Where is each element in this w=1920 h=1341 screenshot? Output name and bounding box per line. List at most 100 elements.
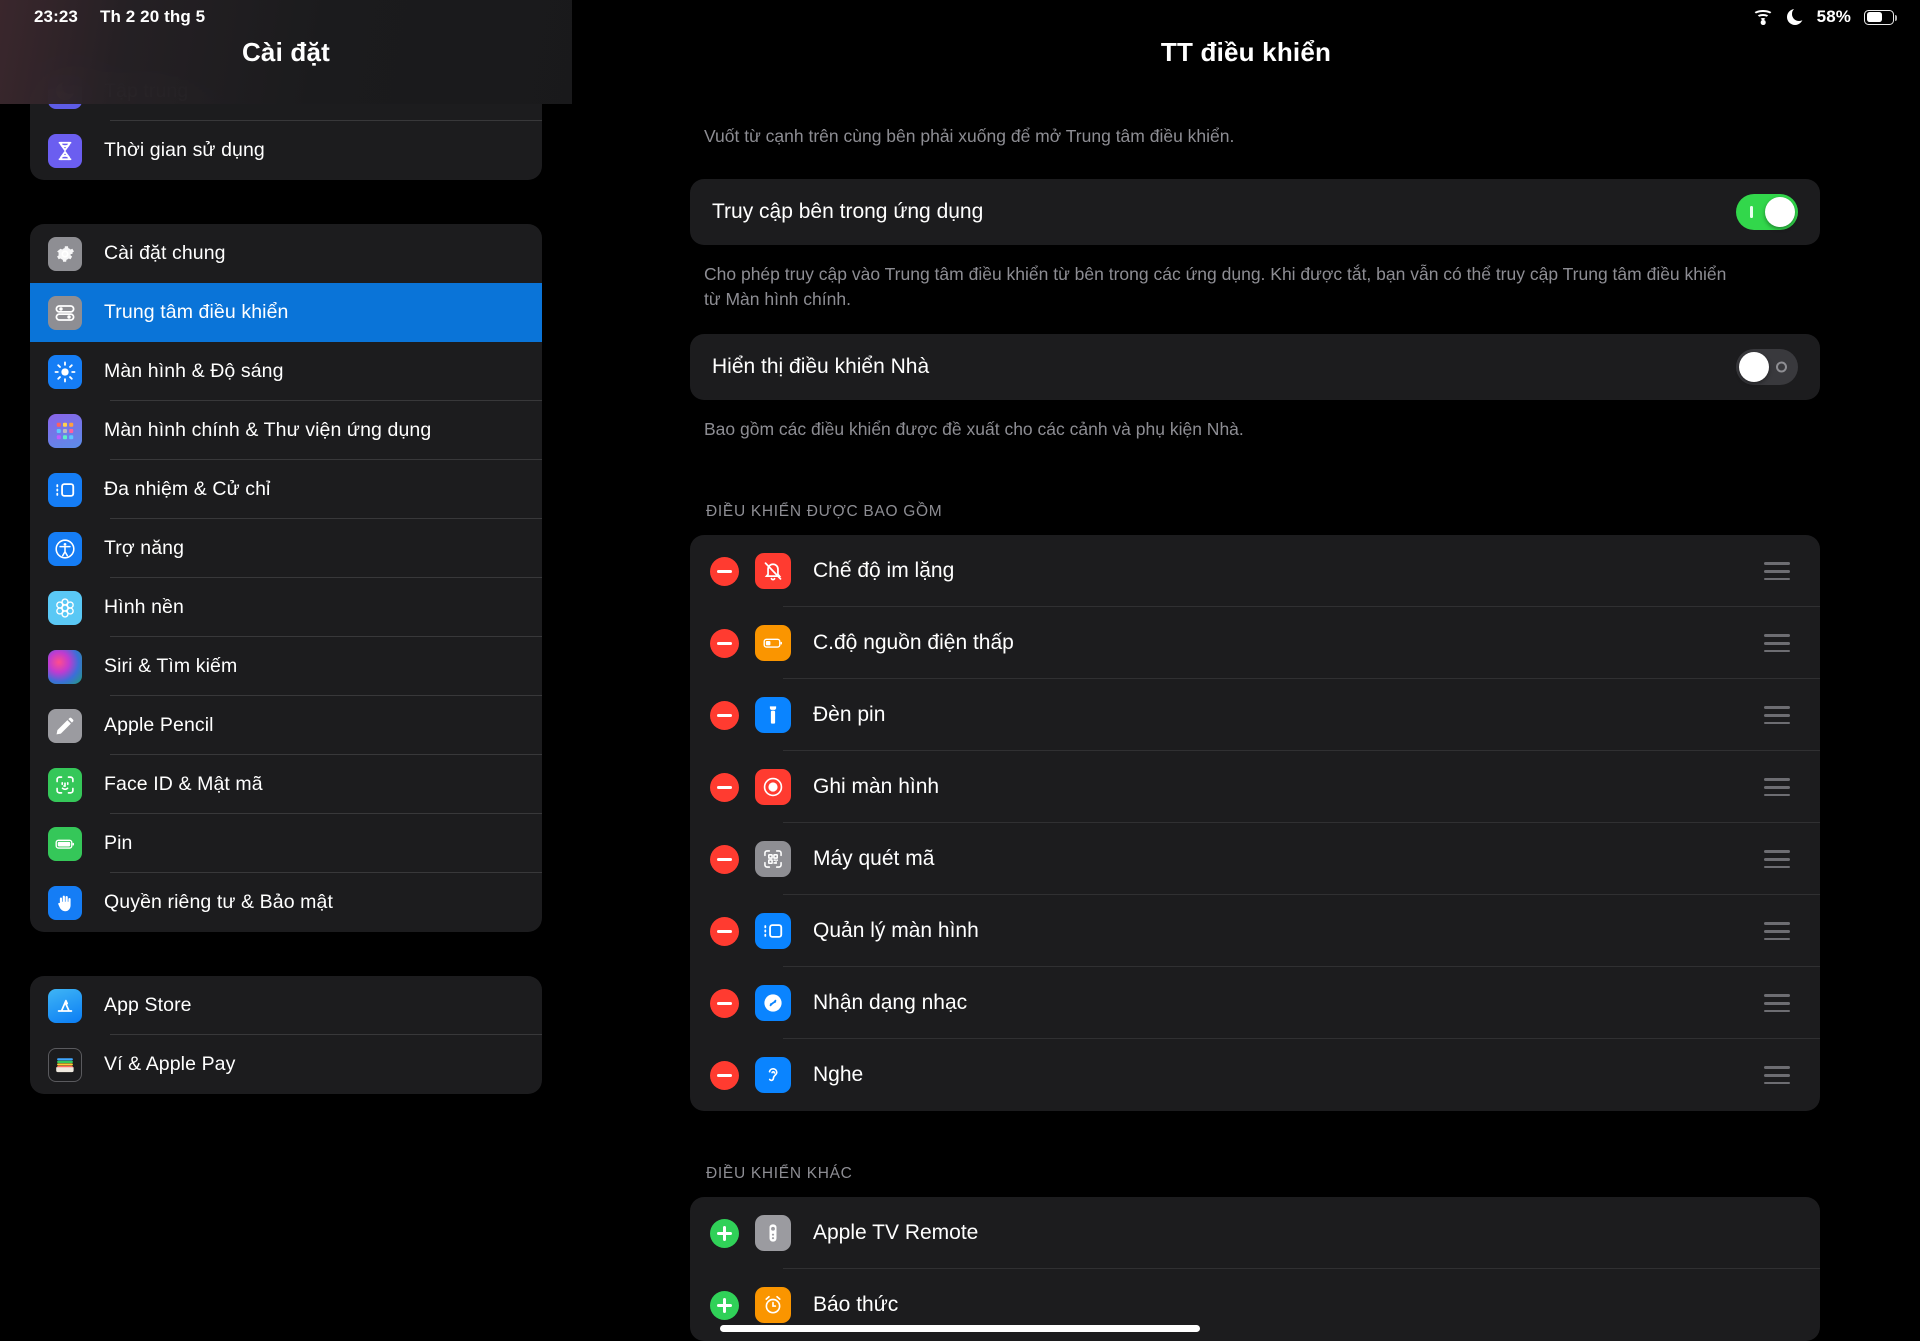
list-item-label: Nhận dạng nhạc (813, 991, 968, 1015)
sidebar-item-home-screen[interactable]: Màn hình chính & Thư viện ứng dụng (30, 401, 542, 460)
accessibility-icon (48, 531, 82, 566)
sidebar-item-label: Trợ năng (104, 537, 185, 559)
remove-button[interactable] (710, 772, 739, 802)
sidebar-item-wallpaper[interactable]: Hình nền (30, 578, 542, 637)
gear-icon (48, 236, 82, 271)
list-item[interactable]: Ghi màn hình (690, 751, 1820, 824)
more-controls-header: ĐIỀU KHIỂN KHÁC (706, 1165, 853, 1183)
sidebar-item-label: Hình nền (104, 596, 184, 618)
remove-button[interactable] (710, 556, 739, 586)
sidebar-item-label: Trung tâm điều khiển (104, 301, 289, 323)
siri-icon (48, 649, 82, 684)
add-button[interactable] (710, 1290, 739, 1320)
remove-button[interactable] (710, 916, 739, 946)
remove-button[interactable] (710, 844, 739, 874)
pencil-icon (48, 708, 82, 743)
sidebar-item-wallet-apple-pay[interactable]: Ví & Apple Pay (30, 1035, 542, 1094)
list-item[interactable]: Apple TV Remote (690, 1197, 1820, 1270)
reorder-handle[interactable] (1764, 706, 1790, 725)
reorder-handle[interactable] (1764, 994, 1790, 1013)
list-item-label: Báo thức (813, 1293, 899, 1317)
sidebar-scroll-container[interactable]: Tập trung Thời gian sử dụng (0, 0, 572, 1154)
list-item-label: Chế độ im lặng (813, 559, 955, 583)
list-item-label: Máy quét mã (813, 847, 935, 871)
sidebar-item-label: Siri & Tìm kiếm (104, 655, 238, 677)
sidebar-item-apple-pencil[interactable]: Apple Pencil (30, 696, 542, 755)
home-controls-label: Hiển thị điều khiển Nhà (712, 354, 930, 378)
sidebar-item-label: Ví & Apple Pay (104, 1053, 236, 1075)
remove-button[interactable] (710, 700, 739, 730)
bell-slash-icon (755, 553, 791, 590)
sidebar-item-label: Màn hình chính & Thư viện ứng dụng (104, 419, 432, 441)
hourglass-icon (48, 133, 82, 168)
sidebar-item-app-store[interactable]: App Store (30, 976, 542, 1035)
shazam-icon (755, 985, 791, 1022)
list-item[interactable]: Nhận dạng nhạc (690, 967, 1820, 1040)
wallpaper-icon (48, 590, 82, 625)
sidebar-item-general[interactable]: Cài đặt chung (30, 224, 542, 283)
list-item[interactable]: Máy quét mã (690, 823, 1820, 896)
face-id-icon (48, 767, 82, 802)
sidebar-group-store[interactable]: App Store Ví & Apple Pay (30, 976, 542, 1094)
app-store-icon (48, 988, 82, 1023)
home-controls-footnote: Bao gồm các điều khiển được đề xuất cho … (704, 418, 1244, 439)
detail-header: TT điều khiển (572, 0, 1920, 104)
settings-sidebar[interactable]: Cài đặt Tập trung Thời gian sử dụng (0, 0, 572, 1341)
sidebar-item-label: Cài đặt chung (104, 242, 226, 264)
screen-manager-icon (755, 913, 791, 950)
home-controls-toggle[interactable] (1736, 348, 1798, 385)
control-center-icon (48, 295, 82, 330)
remove-button[interactable] (710, 1060, 739, 1090)
reorder-handle[interactable] (1764, 1066, 1790, 1085)
list-item[interactable]: Quản lý màn hình (690, 895, 1820, 968)
sidebar-item-label: Đa nhiệm & Cử chỉ (104, 478, 271, 500)
sidebar-item-label: App Store (104, 994, 192, 1016)
flashlight-icon (755, 697, 791, 734)
reorder-handle[interactable] (1764, 634, 1790, 653)
add-button[interactable] (710, 1218, 739, 1248)
hand-privacy-icon (48, 885, 82, 920)
sidebar-item-face-id[interactable]: Face ID & Mật mã (30, 755, 542, 814)
more-controls-list[interactable]: Apple TV Remote Báo thức (690, 1197, 1820, 1341)
reorder-handle[interactable] (1764, 778, 1790, 797)
sidebar-item-siri-search[interactable]: Siri & Tìm kiếm (30, 637, 542, 696)
included-controls-list[interactable]: Chế độ im lặng C.độ nguồn điện thấp Đèn … (690, 535, 1820, 1112)
in-app-access-row[interactable]: Truy cập bên trong ứng dụng (690, 179, 1820, 245)
list-item[interactable]: C.độ nguồn điện thấp (690, 607, 1820, 680)
sidebar-item-label: Quyền riêng tư & Bảo mật (104, 891, 333, 913)
in-app-access-card[interactable]: Truy cập bên trong ứng dụng (690, 178, 1820, 245)
reorder-handle[interactable] (1764, 562, 1790, 581)
sidebar-group-system[interactable]: Cài đặt chung Trung tâm điều khiển Màn h… (30, 224, 542, 932)
list-item[interactable]: Đèn pin (690, 679, 1820, 752)
included-controls-header: ĐIỀU KHIỂN ĐƯỢC BAO GỒM (706, 503, 943, 521)
sidebar-item-privacy-security[interactable]: Quyền riêng tư & Bảo mật (30, 873, 542, 932)
home-controls-row[interactable]: Hiển thị điều khiển Nhà (690, 334, 1820, 400)
remove-button[interactable] (710, 988, 739, 1018)
reorder-handle[interactable] (1764, 922, 1790, 941)
reorder-handle[interactable] (1764, 850, 1790, 869)
sidebar-item-label: Pin (104, 832, 133, 854)
alarm-clock-icon (755, 1287, 791, 1324)
sidebar-item-accessibility[interactable]: Trợ năng (30, 519, 542, 578)
wallet-icon (48, 1047, 82, 1082)
list-item[interactable]: Chế độ im lặng (690, 535, 1820, 608)
code-scanner-icon (755, 841, 791, 878)
page-title: TT điều khiển (1160, 36, 1332, 67)
sidebar-item-multitasking[interactable]: Đa nhiệm & Cử chỉ (30, 460, 542, 519)
in-app-access-label: Truy cập bên trong ứng dụng (712, 199, 984, 223)
sidebar-title: Cài đặt (241, 36, 331, 67)
detail-scroll-container[interactable]: Vuốt từ cạnh trên cùng bên phải xuống để… (572, 0, 1920, 1341)
remove-button[interactable] (710, 628, 739, 658)
sidebar-item-control-center[interactable]: Trung tâm điều khiển (30, 283, 542, 342)
home-controls-card[interactable]: Hiển thị điều khiển Nhà (690, 333, 1820, 400)
list-item-label: Ghi màn hình (813, 775, 940, 799)
sidebar-item-battery[interactable]: Pin (30, 814, 542, 873)
screen-record-icon (755, 769, 791, 806)
control-center-detail-panel[interactable]: TT điều khiển Vuốt từ cạnh trên cùng bên… (572, 0, 1920, 1341)
in-app-access-toggle[interactable] (1736, 193, 1798, 230)
sidebar-item-display-brightness[interactable]: Màn hình & Độ sáng (30, 342, 542, 401)
list-item[interactable]: Nghe (690, 1039, 1820, 1111)
low-power-icon (755, 625, 791, 662)
sidebar-item-screen-time[interactable]: Thời gian sử dụng (30, 121, 542, 180)
list-item-label: C.độ nguồn điện thấp (813, 631, 1014, 655)
